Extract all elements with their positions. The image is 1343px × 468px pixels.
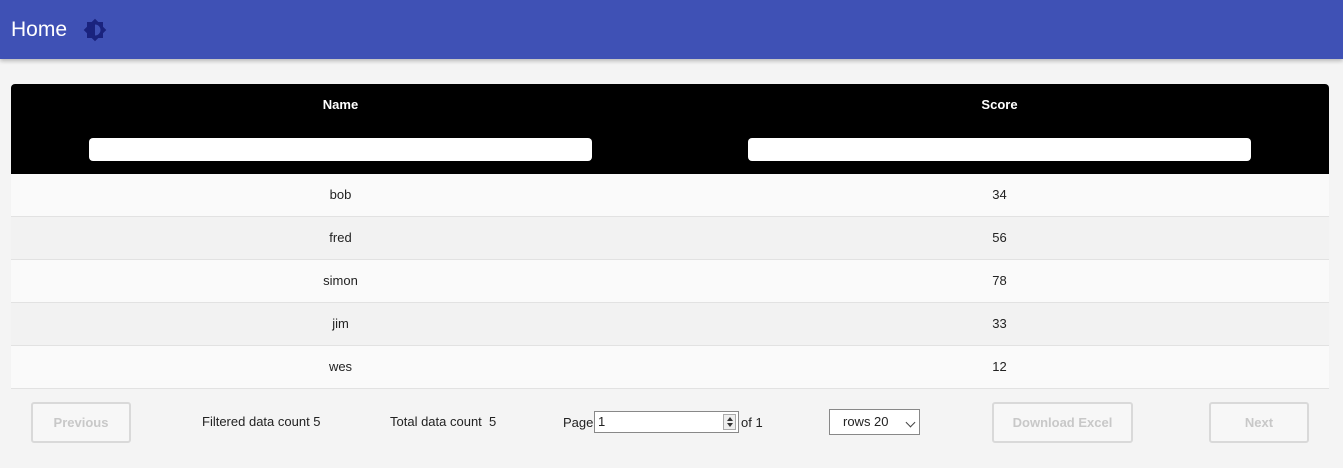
table-row[interactable]: jim 33 (11, 303, 1329, 346)
column-label-score: Score (981, 97, 1018, 112)
cell-score: 33 (992, 316, 1007, 331)
table-row[interactable]: wes 12 (11, 346, 1329, 389)
page-total-text: of 1 (741, 415, 763, 430)
total-count-text: Total data count 5 (390, 414, 497, 429)
theme-toggle-icon (83, 18, 107, 41)
spin-up-icon[interactable] (727, 417, 733, 421)
cell-score: 78 (992, 273, 1007, 288)
theme-toggle-button[interactable] (82, 17, 108, 43)
cell-score: 12 (992, 359, 1007, 374)
table-row[interactable]: fred 56 (11, 217, 1329, 260)
pagination-bar: Previous Filtered data count 5 Total dat… (0, 389, 1343, 468)
column-header-score: Score (670, 84, 1329, 174)
spin-down-icon[interactable] (727, 423, 733, 427)
table-body: bob 34 fred 56 simon 78 jim 33 wes 12 (11, 174, 1329, 389)
cell-name: wes (328, 359, 353, 374)
score-filter-input[interactable] (748, 138, 1251, 161)
page-number-value: 1 (598, 414, 606, 429)
page-number-input[interactable]: 1 (594, 411, 739, 433)
rows-per-page-select[interactable]: rows 20 (829, 409, 920, 435)
page-label: Page (563, 415, 594, 430)
table-row[interactable]: bob 34 (11, 174, 1329, 217)
page-title: Home (11, 17, 68, 41)
name-filter-input[interactable] (89, 138, 592, 161)
cell-score: 34 (992, 187, 1007, 202)
data-table: Name Score bob 34 fred 56 simon 78 jim 3… (11, 84, 1329, 389)
table-header: Name Score (11, 84, 1329, 174)
table-row[interactable]: simon 78 (11, 260, 1329, 303)
next-button[interactable]: Next (1209, 402, 1309, 443)
cell-name: simon (323, 273, 358, 288)
page-spinner[interactable] (723, 414, 736, 430)
rows-per-page-value: rows 20 (843, 414, 889, 429)
column-header-name: Name (11, 84, 670, 174)
download-excel-button[interactable]: Download Excel (992, 402, 1133, 443)
cell-score: 56 (992, 230, 1007, 245)
chevron-down-icon (905, 417, 916, 428)
filtered-count-text: Filtered data count 5 (202, 414, 321, 429)
app-bar: Home (0, 0, 1343, 59)
column-label-name: Name (322, 97, 359, 112)
cell-name: jim (332, 316, 349, 331)
previous-button[interactable]: Previous (31, 402, 131, 443)
cell-name: fred (329, 230, 352, 245)
cell-name: bob (329, 187, 352, 202)
